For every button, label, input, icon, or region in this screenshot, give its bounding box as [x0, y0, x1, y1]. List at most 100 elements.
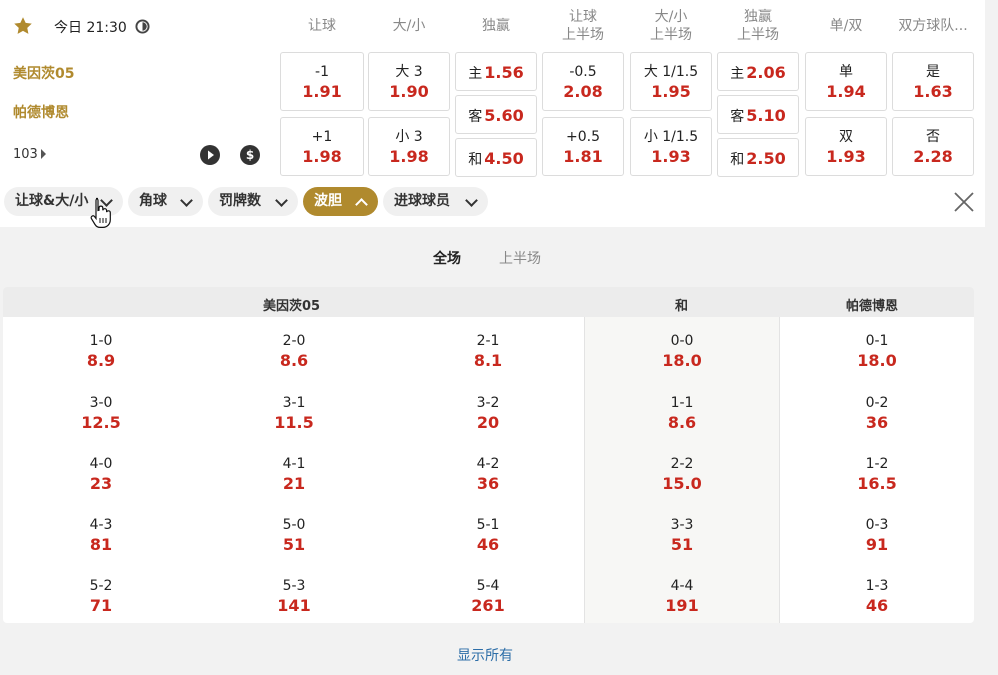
filter-corners[interactable]: 角球: [128, 187, 203, 216]
odds-label: 否: [926, 129, 940, 145]
score-cell-home[interactable]: 5-0 51: [234, 515, 354, 555]
odds-value: 1.98: [389, 147, 429, 166]
market-header: 独赢 上半场: [717, 8, 799, 44]
chevron-down-icon: [180, 194, 193, 207]
tab-first-half[interactable]: 上半场: [499, 248, 541, 268]
filter-label: 让球&大/小: [15, 193, 89, 209]
filter-goalscorers[interactable]: 进球球员: [383, 187, 488, 216]
score-odds: 36: [865, 413, 889, 432]
odds-over[interactable]: 大 3 1.90: [368, 52, 450, 111]
score-cell-home[interactable]: 2-0 8.6: [234, 331, 354, 371]
score-cell-draw[interactable]: 3-3 51: [622, 515, 742, 555]
score-odds: 8.6: [279, 351, 309, 370]
score-cell-home[interactable]: 4-3 81: [41, 515, 161, 555]
odds-label: 客: [730, 109, 745, 125]
score-cell-away[interactable]: 0-3 91: [817, 515, 937, 555]
score-cell-home[interactable]: 4-0 23: [41, 454, 161, 494]
score-cell-home[interactable]: 5-1 46: [428, 515, 548, 555]
odds-under[interactable]: 小 3 1.98: [368, 117, 450, 176]
score-label: 1-0: [89, 333, 113, 349]
more-markets-link[interactable]: 103: [13, 147, 46, 162]
score-odds: 8.9: [86, 351, 116, 370]
odds-1x2-home[interactable]: 主 1.56: [455, 52, 537, 91]
odds-label: 大 3: [395, 64, 423, 80]
odds-under-h1[interactable]: 小 1/1.5 1.93: [630, 117, 712, 176]
market-header: 让球 上半场: [542, 8, 624, 44]
score-cell-away[interactable]: 1-2 16.5: [817, 454, 937, 494]
odds-1x2-draw[interactable]: 和 4.50: [455, 138, 537, 177]
odds-value: 1.81: [563, 147, 603, 166]
tab-full-time[interactable]: 全场: [433, 248, 461, 268]
score-label: 4-3: [89, 517, 113, 533]
odds-over-h1[interactable]: 大 1/1.5 1.95: [630, 52, 712, 111]
score-cell-home[interactable]: 3-0 12.5: [41, 393, 161, 433]
market-header-line: 让球: [569, 9, 597, 25]
score-cell-away[interactable]: 0-1 18.0: [817, 331, 937, 371]
market-header: 大/小 上半场: [630, 8, 712, 44]
filter-correct-score[interactable]: 波胆: [303, 187, 378, 216]
home-column-header: 美因茨05: [263, 299, 321, 314]
score-odds: 18.0: [857, 351, 897, 370]
score-label: 3-1: [282, 395, 306, 411]
odds-1x2-away[interactable]: 客 5.60: [455, 95, 537, 134]
score-cell-home[interactable]: 2-1 8.1: [428, 331, 548, 371]
score-label: 2-0: [282, 333, 306, 349]
close-icon[interactable]: [952, 190, 976, 214]
odds-1x2-h1-away[interactable]: 客 5.10: [717, 95, 799, 134]
score-cell-draw[interactable]: 0-0 18.0: [622, 331, 742, 371]
score-cell-home[interactable]: 3-2 20: [428, 393, 548, 433]
score-cell-home[interactable]: 5-3 141: [234, 576, 354, 616]
score-odds: 71: [89, 596, 113, 615]
score-cell-away[interactable]: 0-2 36: [817, 393, 937, 433]
play-video-icon[interactable]: [200, 145, 220, 165]
score-label: 2-1: [476, 333, 500, 349]
score-cell-home[interactable]: 5-2 71: [41, 576, 161, 616]
score-label: 4-2: [476, 456, 500, 472]
score-cell-draw[interactable]: 1-1 8.6: [622, 393, 742, 433]
score-cell-home[interactable]: 4-1 21: [234, 454, 354, 494]
odds-btts-no[interactable]: 否 2.28: [892, 117, 974, 176]
cashout-dollar-icon[interactable]: $: [240, 145, 260, 165]
odds-value: 2.08: [563, 82, 603, 101]
score-cell-home[interactable]: 5-4 261: [428, 576, 548, 616]
odds-1x2-h1-draw[interactable]: 和 2.50: [717, 138, 799, 177]
score-cell-home[interactable]: 4-2 36: [428, 454, 548, 494]
odds-hcp-h1-home[interactable]: -0.5 2.08: [542, 52, 624, 111]
away-column-header: 帕德博恩: [846, 299, 899, 314]
star-favorite-icon[interactable]: [13, 16, 33, 36]
score-cell-home[interactable]: 1-0 8.9: [41, 331, 161, 371]
market-header-line: 上半场: [737, 27, 779, 43]
chevron-down-icon: [465, 194, 478, 207]
odds-label: 主: [468, 66, 483, 82]
score-label: 3-0: [89, 395, 113, 411]
odds-odd[interactable]: 单 1.94: [805, 52, 887, 111]
odds-1x2-h1-home[interactable]: 主 2.06: [717, 52, 799, 91]
odds-value: 2.06: [746, 63, 786, 82]
show-all-link[interactable]: 显示所有: [457, 645, 513, 665]
score-label: 1-1: [670, 395, 694, 411]
score-odds: 16.5: [857, 474, 897, 493]
market-header-line: 单/双: [829, 18, 863, 34]
odds-label: 主: [730, 66, 745, 82]
odds-even[interactable]: 双 1.93: [805, 117, 887, 176]
home-team-name: 美因茨05: [13, 66, 75, 82]
odds-value: 1.93: [651, 147, 691, 166]
score-cell-draw[interactable]: 2-2 15.0: [622, 454, 742, 494]
page-scrollbar[interactable]: [985, 0, 998, 675]
score-cell-away[interactable]: 1-3 46: [817, 576, 937, 616]
live-clock-icon: [135, 19, 150, 34]
odds-hcp-away[interactable]: +1 1.98: [280, 117, 364, 176]
score-label: 3-3: [670, 517, 694, 533]
market-header-line: 双方球队...: [898, 18, 968, 34]
odds-hcp-home[interactable]: -1 1.91: [280, 52, 364, 111]
market-header-line: 让球: [308, 18, 336, 34]
score-label: 0-0: [670, 333, 694, 349]
score-cell-home[interactable]: 3-1 11.5: [234, 393, 354, 433]
odds-btts-yes[interactable]: 是 1.63: [892, 52, 974, 111]
score-odds: 23: [89, 474, 113, 493]
filter-cards[interactable]: 罚牌数: [208, 187, 298, 216]
score-cell-draw[interactable]: 4-4 191: [622, 576, 742, 616]
table-header: 美因茨05 和 帕德博恩: [3, 287, 974, 317]
odds-hcp-h1-away[interactable]: +0.5 1.81: [542, 117, 624, 176]
filter-label: 罚牌数: [219, 193, 261, 209]
